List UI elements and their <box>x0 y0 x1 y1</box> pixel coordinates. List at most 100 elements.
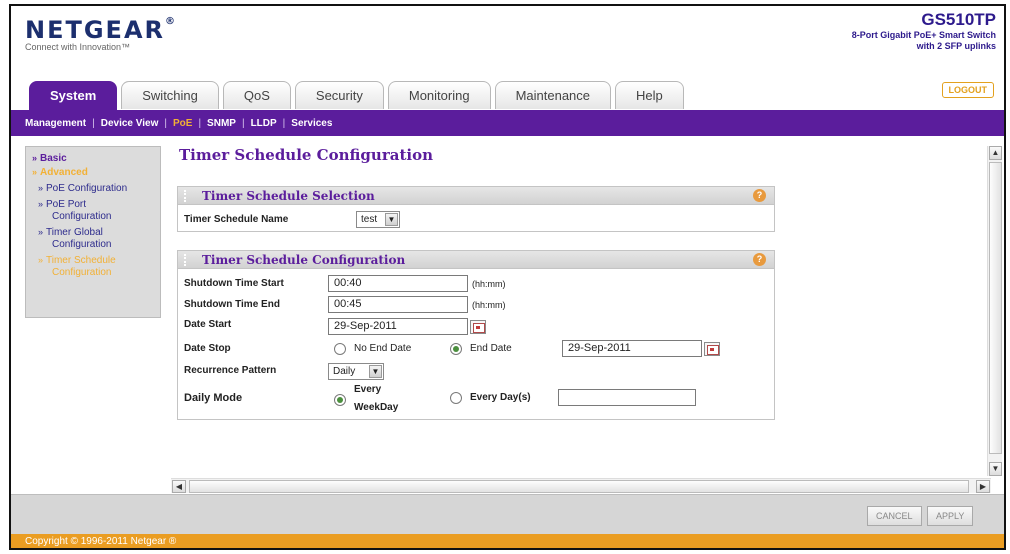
sidebar: » Basic » Advanced » PoE Configuration » PoE… <box>25 146 161 318</box>
subnav-device-view[interactable]: Device View <box>101 118 159 129</box>
product-info: GS510TP 8-Port Gigabit PoE+ Smart Switch… <box>852 10 996 52</box>
product-model: GS510TP <box>921 10 996 29</box>
cancel-button[interactable]: CANCEL <box>867 506 922 526</box>
tab-qos[interactable]: QoS <box>222 81 291 109</box>
time-format-hint: (hh:mm) <box>472 300 506 310</box>
panel-header: Timer Schedule Configuration ? <box>178 251 774 269</box>
time-format-hint: (hh:mm) <box>472 279 506 289</box>
tab-maintenance[interactable]: Maintenance <box>494 81 612 109</box>
end-date-label: End Date <box>470 343 512 354</box>
tab-system[interactable]: System <box>29 81 118 110</box>
every-days-input[interactable] <box>558 389 696 406</box>
timer-schedule-name-select[interactable]: test ▼ <box>356 211 400 228</box>
main-panel: Timer Schedule Configuration Timer Sched… <box>177 146 977 420</box>
timer-schedule-configuration-panel: Timer Schedule Configuration ? Shutdown … <box>177 250 775 420</box>
shutdown-time-start-label: Shutdown Time Start <box>184 278 284 289</box>
product-description-1: 8-Port Gigabit PoE+ Smart Switch <box>851 30 996 40</box>
calendar-icon[interactable] <box>704 342 720 356</box>
sub-navigation: Management | Device View | PoE | SNMP | … <box>11 110 1004 136</box>
end-date-input[interactable]: 29-Sep-2011 <box>562 340 702 357</box>
subnav-separator: | <box>92 117 95 129</box>
subnav-management[interactable]: Management <box>25 118 86 129</box>
bullet-icon: » <box>38 199 44 209</box>
select-value: test <box>361 214 378 225</box>
every-days-radio[interactable] <box>450 392 462 404</box>
subnav-snmp[interactable]: SNMP <box>207 118 236 129</box>
tab-help[interactable]: Help <box>615 81 684 109</box>
end-date-radio[interactable] <box>450 343 462 355</box>
horizontal-scrollbar[interactable]: ◀ ▶ <box>171 478 991 493</box>
scroll-up-icon[interactable]: ▲ <box>989 146 1002 160</box>
sidebar-item-label: Timer Global <box>46 227 103 238</box>
scroll-thumb[interactable] <box>989 162 1002 454</box>
chevron-down-icon: ▼ <box>385 213 398 226</box>
bullet-icon: » <box>38 183 44 193</box>
sidebar-item-basic[interactable]: » Basic <box>32 152 154 165</box>
every-weekday-label-2: WeekDay <box>354 402 399 413</box>
product-description-2: with 2 SFP uplinks <box>916 41 996 51</box>
subnav-separator: | <box>282 117 286 129</box>
tab-monitoring[interactable]: Monitoring <box>387 81 491 109</box>
shutdown-time-end-label: Shutdown Time End <box>184 299 280 310</box>
registered-mark: ® <box>165 16 175 27</box>
sidebar-item-poe-port-configuration[interactable]: » PoE Port Configuration <box>32 198 154 223</box>
sidebar-item-label: Timer Schedule <box>46 255 116 266</box>
sidebar-item-label: PoE Configuration <box>46 183 128 194</box>
vertical-scrollbar[interactable]: ▲ ▼ <box>987 146 1002 476</box>
bullet-icon: » <box>38 227 44 237</box>
panel-title: Timer Schedule Configuration <box>202 253 406 267</box>
sidebar-item-advanced[interactable]: » Advanced <box>32 166 154 179</box>
sidebar-item-poe-configuration[interactable]: » PoE Configuration <box>32 182 154 195</box>
apply-button[interactable]: APPLY <box>927 506 974 526</box>
drag-grip-icon <box>184 190 192 202</box>
panel-header: Timer Schedule Selection ? <box>178 187 774 205</box>
sidebar-item-timer-schedule-configuration[interactable]: » Timer Schedule Configuration <box>32 254 154 279</box>
subnav-separator: | <box>198 117 202 129</box>
shutdown-time-start-input[interactable]: 00:40 <box>328 275 468 292</box>
every-weekday-radio[interactable] <box>334 394 346 406</box>
every-days-label: Every Day(s) <box>470 392 531 403</box>
sidebar-item-label: PoE Port <box>46 199 87 210</box>
bullet-icon: » <box>38 255 44 265</box>
logout-button[interactable]: LOGOUT <box>941 82 994 98</box>
recurrence-pattern-label: Recurrence Pattern <box>184 365 277 376</box>
subnav-separator: | <box>241 117 245 129</box>
header: NETGEAR® Connect with Innovation™ GS510T… <box>11 6 1004 110</box>
browser-frame: NETGEAR® Connect with Innovation™ GS510T… <box>9 4 1006 550</box>
chevron-down-icon: ▼ <box>369 365 382 378</box>
main-tabs: System Switching QoS Security Monitoring… <box>29 81 688 110</box>
sidebar-item-label-cont: Configuration <box>52 239 112 250</box>
sidebar-item-timer-global-configuration[interactable]: » Timer Global Configuration <box>32 226 154 251</box>
subnav-services[interactable]: Services <box>291 118 332 129</box>
logo-text: NETGEAR <box>25 16 165 44</box>
scroll-right-icon[interactable]: ▶ <box>976 480 990 493</box>
tab-switching[interactable]: Switching <box>121 81 219 109</box>
sidebar-item-label: Advanced <box>40 167 88 178</box>
action-bar: CANCEL APPLY <box>11 494 1004 534</box>
help-icon[interactable]: ? <box>753 253 766 266</box>
scroll-thumb[interactable] <box>189 480 969 493</box>
page-title: Timer Schedule Configuration <box>179 146 433 164</box>
netgear-logo: NETGEAR® Connect with Innovation™ <box>25 16 175 52</box>
recurrence-pattern-select[interactable]: Daily ▼ <box>328 363 384 380</box>
subnav-poe[interactable]: PoE <box>173 118 192 129</box>
select-value: Daily <box>333 366 356 377</box>
tab-security[interactable]: Security <box>294 81 384 109</box>
scroll-down-icon[interactable]: ▼ <box>989 462 1002 476</box>
date-start-input[interactable]: 29-Sep-2011 <box>328 318 468 335</box>
subnav-lldp[interactable]: LLDP <box>251 118 277 129</box>
calendar-icon[interactable] <box>470 320 486 334</box>
shutdown-time-end-input[interactable]: 00:45 <box>328 296 468 313</box>
no-end-date-radio[interactable] <box>334 343 346 355</box>
timer-schedule-selection-panel: Timer Schedule Selection ? Timer Schedul… <box>177 186 775 232</box>
copyright: Copyright © 1996-2011 Netgear ® <box>11 534 1004 548</box>
date-start-label: Date Start <box>184 319 232 330</box>
content-area: » Basic » Advanced » PoE Configuration » PoE… <box>11 136 1004 494</box>
sidebar-item-label-cont: Configuration <box>52 211 112 222</box>
timer-schedule-name-label: Timer Schedule Name <box>184 214 289 225</box>
scroll-left-icon[interactable]: ◀ <box>172 480 186 493</box>
help-icon[interactable]: ? <box>753 189 766 202</box>
panel-title: Timer Schedule Selection <box>202 189 375 203</box>
drag-grip-icon <box>184 254 192 266</box>
sidebar-item-label-cont: Configuration <box>52 267 112 278</box>
